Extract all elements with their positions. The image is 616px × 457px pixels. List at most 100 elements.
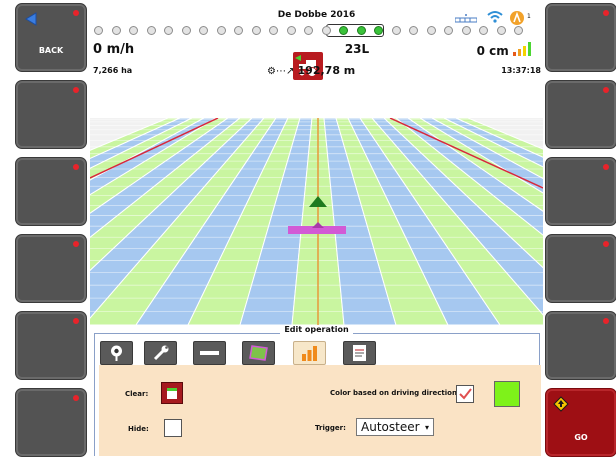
trigger-select-value: Autosteer	[361, 420, 420, 434]
direction-sign-icon	[553, 396, 569, 412]
right-soft-button-5[interactable]	[545, 311, 616, 380]
clear-label: Clear:	[125, 390, 149, 398]
field-canvas	[90, 118, 543, 325]
left-soft-button-3[interactable]	[15, 157, 87, 226]
tab-implement[interactable]	[193, 341, 226, 365]
location-pin-icon	[111, 345, 122, 361]
back-button-label: BACK	[38, 46, 64, 55]
left-soft-button-2[interactable]	[15, 80, 87, 149]
tab-content: Clear: Hide: Color based on driving dire…	[99, 365, 541, 456]
guidance-dot	[514, 26, 523, 35]
offset-value: 0 cm	[476, 44, 509, 58]
implement-bar-icon	[200, 351, 219, 355]
panel-title-text: Edit operation	[280, 325, 353, 334]
status-bar: De Dobbe 2016 1 0 m/h 7,266 ha 23L ⚙⋯↗ 1…	[90, 0, 543, 118]
signal-grid-icon	[455, 14, 477, 23]
trigger-select[interactable]: Autosteer ▾	[356, 418, 434, 436]
tab-notes[interactable]	[343, 341, 376, 365]
guidance-dot	[234, 26, 243, 35]
chevron-down-icon: ▾	[424, 423, 429, 432]
guidance-dot	[444, 26, 453, 35]
guidance-dot	[321, 26, 331, 35]
panel-title: Edit operation	[90, 325, 543, 334]
guidance-dot	[304, 26, 313, 35]
back-button[interactable]: BACK	[15, 3, 87, 72]
field-3d-view[interactable]	[90, 118, 543, 325]
left-soft-button-5[interactable]	[15, 311, 87, 380]
indicator-dot	[73, 164, 79, 170]
indicator-dot	[73, 241, 79, 247]
hide-checkbox[interactable]	[164, 419, 182, 437]
left-soft-button-6[interactable]	[15, 388, 87, 457]
main-area: De Dobbe 2016 1 0 m/h 7,266 ha 23L ⚙⋯↗ 1…	[90, 0, 543, 456]
right-button-column: GO	[545, 0, 616, 457]
satellite-count: 1	[527, 13, 531, 20]
tab-location[interactable]	[100, 341, 133, 365]
hide-label: Hide:	[128, 425, 149, 433]
tab-coverage[interactable]	[293, 341, 326, 365]
wrench-icon	[153, 345, 169, 361]
guidance-dot	[269, 26, 278, 35]
guidance-dot	[216, 26, 226, 35]
guidance-dot	[426, 26, 436, 35]
clipboard-icon	[353, 345, 366, 361]
area-readout: 7,266 ha	[93, 66, 133, 75]
wifi-icon	[487, 11, 503, 23]
indicator-dot	[73, 318, 79, 324]
guidance-dot	[461, 26, 471, 35]
color-swatch[interactable]	[494, 381, 520, 407]
guidance-dot	[129, 26, 138, 35]
bar-chart-icon	[302, 346, 317, 361]
right-soft-button-4[interactable]	[545, 234, 616, 303]
go-button[interactable]: GO	[545, 388, 616, 457]
guidance-dot	[374, 26, 383, 35]
guidance-dot	[94, 26, 103, 35]
implement-icon: ⚙⋯↗	[267, 66, 295, 77]
indicator-dot	[603, 164, 609, 170]
guidance-dot	[356, 26, 366, 35]
guidance-dot	[339, 26, 348, 35]
indicator-dot	[603, 87, 609, 93]
operation-tabs	[100, 341, 430, 365]
right-soft-button-1[interactable]	[545, 3, 616, 72]
distance-readout: ⚙⋯↗ 192,78 m	[267, 64, 355, 77]
guidance-dot	[164, 26, 173, 35]
indicator-dot	[603, 318, 609, 324]
distance-value: 192,78 m	[297, 64, 356, 77]
indicator-dot	[73, 395, 79, 401]
color-direction-label: Color based on driving direction:	[330, 389, 460, 397]
guidance-dot	[181, 26, 191, 35]
guidance-dot	[111, 26, 121, 35]
trigger-label: Trigger:	[315, 424, 346, 432]
guidance-dot	[146, 26, 156, 35]
offset-readout: 0 cm	[477, 42, 533, 58]
indicator-dot	[603, 10, 609, 16]
speed-readout: 0 m/h	[93, 42, 135, 57]
tab-settings[interactable]	[144, 341, 177, 365]
eraser-icon	[167, 388, 177, 399]
guidance-dot-bar	[94, 24, 539, 38]
clear-button[interactable]	[161, 382, 183, 404]
guidance-dot	[479, 26, 488, 35]
satellite-icon	[510, 11, 524, 25]
signal-bars-icon	[513, 42, 531, 56]
clock: 13:37:18	[501, 66, 541, 75]
indicator-dot	[73, 87, 79, 93]
guidance-dot	[496, 26, 506, 35]
right-soft-button-3[interactable]	[545, 157, 616, 226]
left-soft-button-4[interactable]	[15, 234, 87, 303]
checkmark-icon	[459, 388, 472, 400]
indicator-dot	[73, 10, 79, 16]
status-icons: 1	[455, 10, 535, 26]
guidance-dot	[391, 26, 401, 35]
back-arrow-icon	[25, 12, 37, 26]
tab-field[interactable]	[242, 341, 275, 365]
color-direction-checkbox[interactable]	[456, 385, 474, 403]
edit-operation-panel: Edit operation Clear: Hide: Color based …	[90, 325, 543, 456]
indicator-dot	[603, 241, 609, 247]
right-soft-button-2[interactable]	[545, 80, 616, 149]
guidance-line-label: 23L	[344, 42, 370, 56]
guidance-dot	[251, 26, 261, 35]
guidance-dot	[286, 26, 296, 35]
field-shape-icon	[249, 345, 268, 361]
